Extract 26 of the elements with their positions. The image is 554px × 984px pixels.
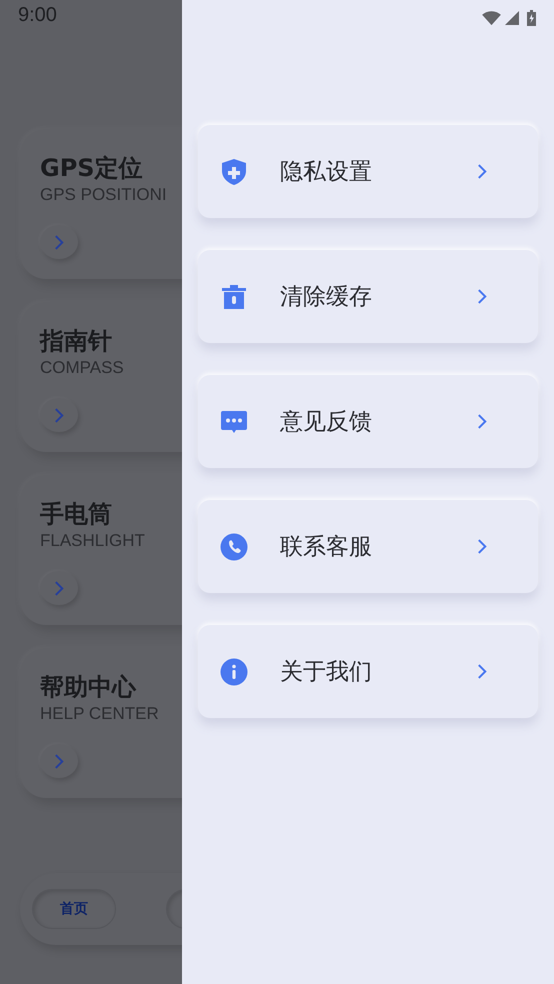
menu-item[interactable]: 关于我们: [198, 625, 538, 718]
menu-item[interactable]: 联系客服: [198, 500, 538, 593]
card-title: 帮助中心: [40, 672, 136, 702]
chevron-icon: [54, 406, 64, 424]
chevron-icon: [477, 288, 488, 305]
chevron-icon: [54, 234, 64, 250]
phone-icon: [220, 532, 248, 560]
chevron-icon: [477, 413, 488, 430]
wifi-icon: [482, 10, 501, 26]
menu-item[interactable]: 意见反馈: [198, 375, 538, 468]
trash-icon: [220, 282, 248, 310]
chevron-icon: [54, 580, 64, 596]
signal-icon: [505, 11, 519, 25]
chevron-icon: [477, 538, 488, 555]
chevron-icon: [477, 663, 488, 680]
menu-item[interactable]: 清除缓存: [198, 250, 538, 343]
card-title: GPS定位: [40, 153, 143, 183]
card-title: 手电筒: [40, 499, 112, 529]
battery-icon: [527, 10, 536, 26]
status-time: 9:00: [18, 4, 57, 27]
info-icon: [220, 658, 248, 686]
card-title: 指南针: [40, 326, 112, 356]
chevron-icon: [477, 163, 488, 180]
shield-plus-icon: [220, 158, 248, 186]
menu-item[interactable]: 隐私设置: [198, 125, 538, 218]
chevron-icon: [54, 752, 64, 770]
